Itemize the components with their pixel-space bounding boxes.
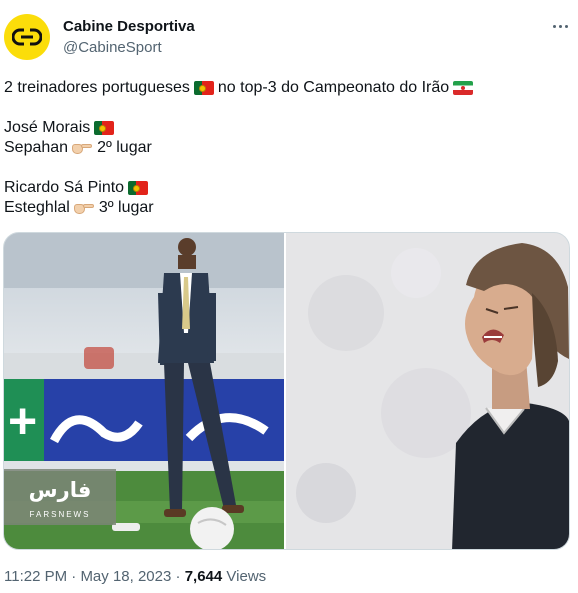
photo-jose-morais[interactable]: + فارس FARSNEWS	[4, 233, 286, 549]
tweet-line-headline: 2 treinadores portugueses no top-3 do Ca…	[4, 78, 574, 98]
meta-separator: ·	[71, 568, 77, 585]
coach1-name-line: José Morais	[4, 118, 574, 138]
coach2-team-line: Esteghlal 3º lugar	[4, 198, 574, 218]
coach1-team: Sepahan	[4, 139, 69, 156]
headline-start: 2 treinadores portugueses	[4, 79, 190, 96]
coach2-name-line: Ricardo Sá Pinto	[4, 178, 574, 198]
pointing-right-hand-icon	[72, 141, 93, 155]
coach-on-pitch-image: + فارس FARSNEWS	[4, 233, 284, 549]
coach2-team: Esteghlal	[4, 199, 70, 216]
tweet-header: Cabine Desportiva @CabineSport	[0, 0, 578, 70]
avatar[interactable]	[4, 14, 50, 60]
portugal-flag-icon	[193, 81, 214, 95]
coach2-name: Ricardo Sá Pinto	[4, 179, 125, 196]
headline-end: no top-3 do Campeonato do Irão	[217, 79, 450, 96]
views-label: Views	[226, 568, 267, 585]
photo-ricardo-sa-pinto[interactable]	[286, 233, 569, 549]
cabine-logo-icon	[12, 28, 42, 46]
coach2-place: 3º lugar	[98, 199, 154, 216]
tweet-time[interactable]: 11:22 PM	[4, 568, 67, 585]
portugal-flag-icon	[128, 181, 149, 195]
pointing-right-hand-icon	[73, 201, 94, 215]
author-handle[interactable]: @CabineSport	[63, 39, 162, 56]
tweet-date[interactable]: May 18, 2023	[80, 568, 171, 585]
coach-shouting-image	[286, 233, 569, 549]
author-name[interactable]: Cabine Desportiva	[63, 18, 195, 35]
coach1-name: José Morais	[4, 119, 91, 136]
meta-separator: ·	[175, 568, 181, 585]
portugal-flag-icon	[94, 121, 115, 135]
svg-text:+: +	[8, 393, 37, 449]
coach1-team-line: Sepahan 2º lugar	[4, 138, 574, 158]
iran-flag-icon	[453, 81, 474, 95]
more-options-icon[interactable]	[546, 16, 574, 36]
coach1-place: 2º lugar	[97, 139, 152, 156]
tweet-text: 2 treinadores portugueses no top-3 do Ca…	[4, 78, 574, 218]
tweet-meta: 11:22 PM · May 18, 2023 · 7,644 Views	[4, 568, 266, 585]
farsnews-watermark-sub: FARSNEWS	[30, 510, 91, 519]
views-count: 7,644	[184, 568, 223, 585]
tweet-media: + فارس FARSNEWS	[3, 232, 570, 550]
farsnews-watermark: فارس	[29, 478, 92, 502]
